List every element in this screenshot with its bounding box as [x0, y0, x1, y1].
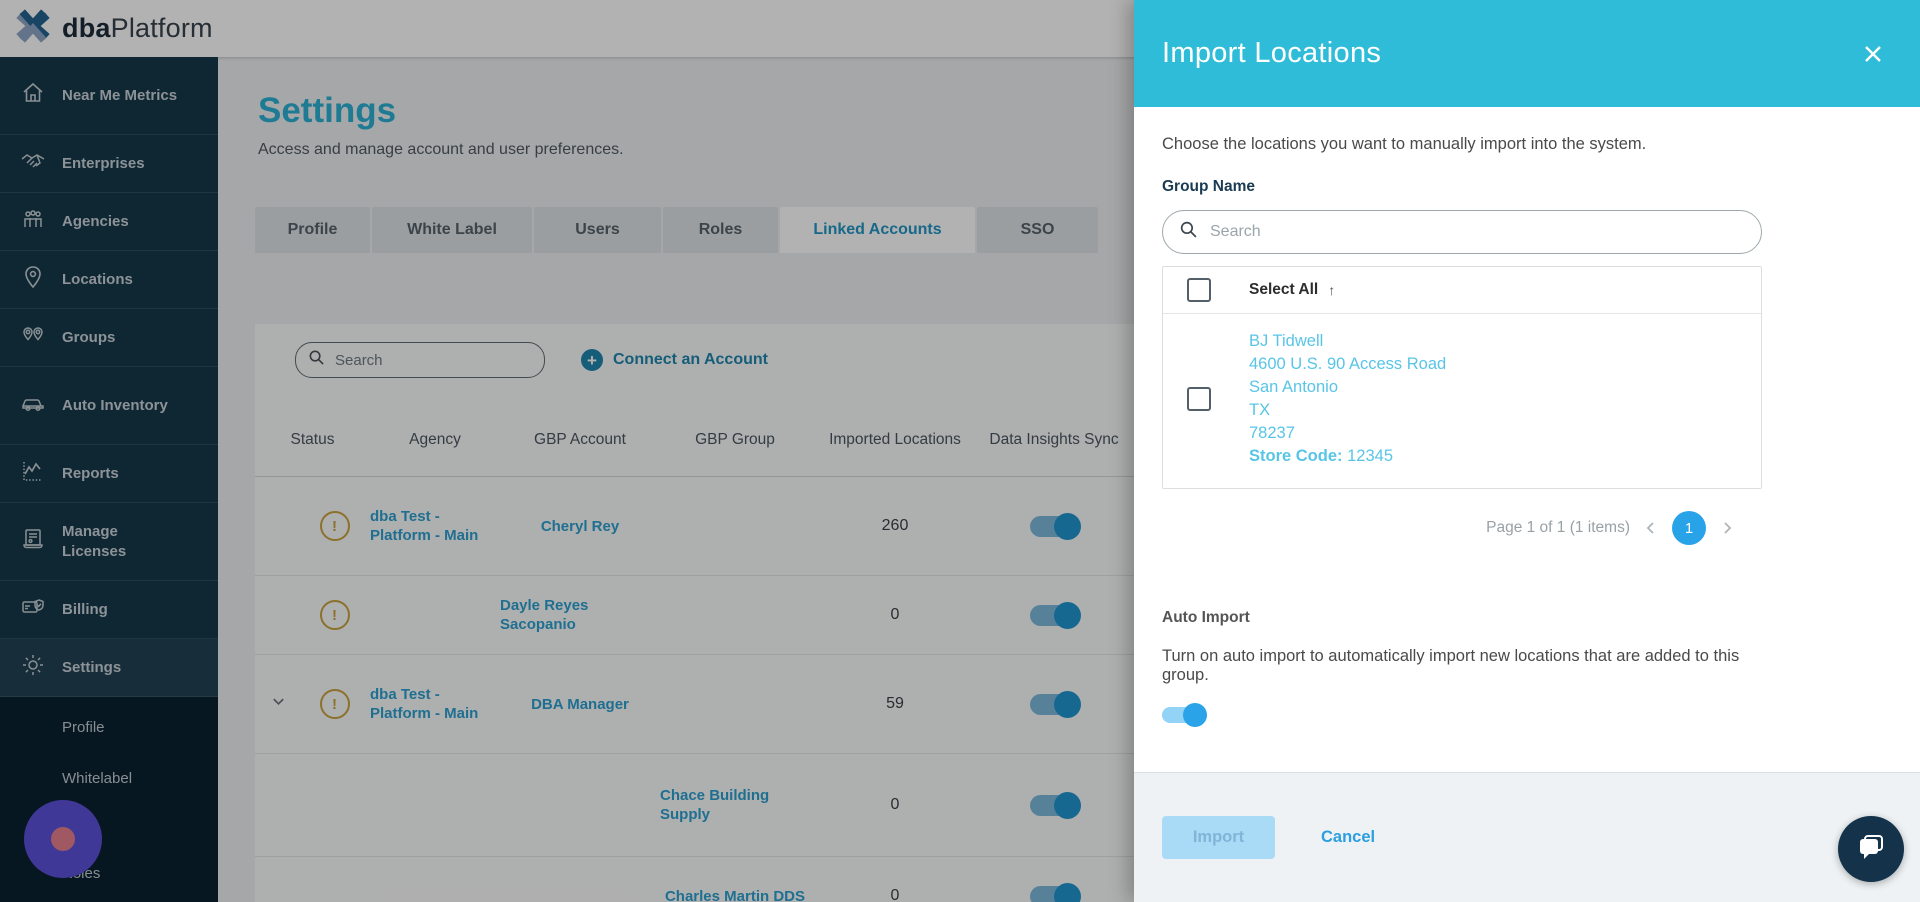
- store-code-value: 12345: [1347, 447, 1393, 465]
- modal-backdrop[interactable]: [0, 0, 1134, 902]
- modal-footer: Import Cancel: [1134, 772, 1920, 902]
- location-state: TX: [1249, 399, 1446, 422]
- modal-header: Import Locations: [1134, 0, 1920, 107]
- store-code-label: Store Code:: [1249, 447, 1343, 465]
- location-city: San Antonio: [1249, 376, 1446, 399]
- auto-import-label: Auto Import: [1162, 609, 1762, 627]
- group-name-label: Group Name: [1162, 178, 1762, 196]
- group-search-input[interactable]: [1208, 222, 1745, 242]
- pagination-page-button[interactable]: 1: [1672, 511, 1706, 545]
- select-all-row: Select All ↑: [1163, 267, 1761, 314]
- close-icon[interactable]: [1860, 41, 1886, 67]
- select-all-checkbox[interactable]: [1187, 278, 1211, 302]
- pagination: Page 1 of 1 (1 items) 1: [1162, 511, 1734, 545]
- modal-description: Choose the locations you want to manuall…: [1162, 135, 1762, 154]
- chat-launcher-button[interactable]: [1838, 816, 1904, 882]
- locations-listbox: Select All ↑ BJ Tidwell 4600 U.S. 90 Acc…: [1162, 266, 1762, 489]
- sort-ascending-icon[interactable]: ↑: [1328, 282, 1335, 298]
- pagination-next-icon[interactable]: [1720, 521, 1734, 535]
- location-details: BJ Tidwell 4600 U.S. 90 Access Road San …: [1249, 330, 1446, 468]
- pagination-label: Page 1 of 1 (1 items): [1486, 519, 1630, 537]
- auto-import-description: Turn on auto import to automatically imp…: [1162, 647, 1762, 685]
- location-zip: 78237: [1249, 422, 1446, 445]
- group-search: [1162, 210, 1762, 254]
- auto-import-toggle[interactable]: [1162, 707, 1204, 723]
- pagination-prev-icon[interactable]: [1644, 521, 1658, 535]
- location-address: 4600 U.S. 90 Access Road: [1249, 353, 1446, 376]
- chat-bubble-icon: [1854, 830, 1888, 869]
- cancel-button[interactable]: Cancel: [1315, 827, 1381, 848]
- location-checkbox[interactable]: [1187, 387, 1211, 411]
- import-button[interactable]: Import: [1162, 816, 1275, 859]
- modal-title: Import Locations: [1162, 37, 1860, 70]
- location-name: BJ Tidwell: [1249, 330, 1446, 353]
- location-store-code: Store Code: 12345: [1249, 445, 1446, 468]
- search-icon: [1179, 220, 1198, 244]
- import-locations-modal: Import Locations Choose the locations yo…: [1134, 0, 1920, 902]
- select-all-label[interactable]: Select All: [1249, 281, 1318, 299]
- location-list-item[interactable]: BJ Tidwell 4600 U.S. 90 Access Road San …: [1163, 314, 1761, 488]
- modal-body: Choose the locations you want to manuall…: [1134, 107, 1920, 772]
- app-root: dbaPlatform Near Me Metrics Enterprises …: [0, 0, 1920, 902]
